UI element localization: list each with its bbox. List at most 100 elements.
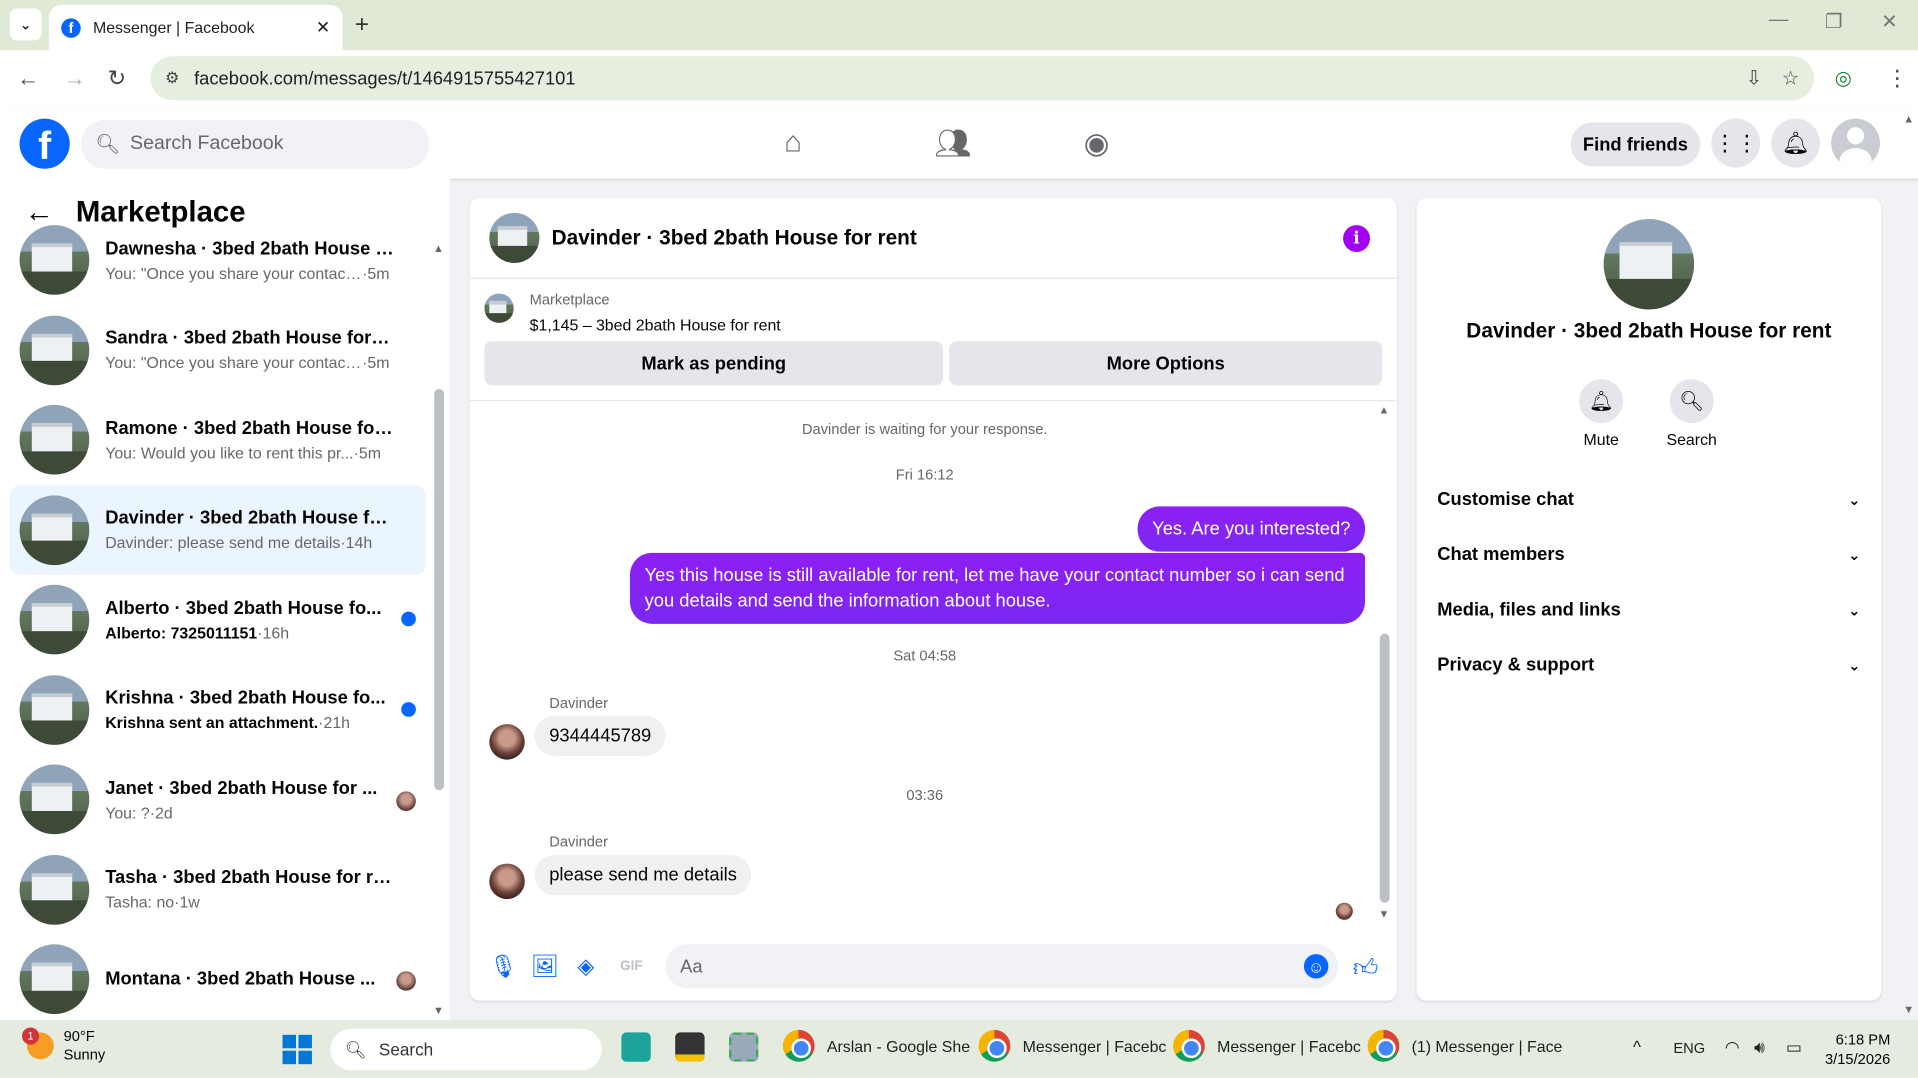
conversation-item[interactable]: Tasha · 3bed 2bath House for rent Tasha: …	[10, 845, 426, 935]
conversation-item[interactable]: Dawnesha · 3bed 2bath House f... You: "On…	[10, 215, 426, 305]
facebook-search-input[interactable]: 🔍︎ Search Facebook	[80, 119, 430, 169]
listing-tag: Marketplace	[529, 291, 610, 309]
snipping-tool-icon[interactable]	[729, 1032, 759, 1062]
conversation-text: Montana · 3bed 2bath House ...	[105, 969, 394, 990]
page-scroll-up-arrow-icon[interactable]: ▲	[1903, 113, 1914, 125]
bell-icon: 🔔︎	[1579, 379, 1624, 424]
chrome-icon	[782, 1029, 815, 1062]
chrome-menu-icon[interactable]: ⋮	[1886, 66, 1908, 92]
install-app-icon[interactable]: ⇩	[1746, 66, 1762, 90]
taskbar-app-chrome-3[interactable]: Messenger | Facebc	[1173, 1029, 1361, 1062]
listing-thumbnail[interactable]	[484, 293, 514, 323]
taskbar-app-chrome-4[interactable]: (1) Messenger | Face	[1367, 1029, 1562, 1062]
photo-icon[interactable]: 🖼︎	[531, 954, 559, 980]
tab-close-icon[interactable]: ✕	[316, 17, 330, 38]
outgoing-message[interactable]: Yes. Are you interested?	[1137, 506, 1366, 552]
conversation-item[interactable]: Alberto · 3bed 2bath House fo... Alberto:…	[10, 575, 426, 665]
restore-icon[interactable]: ❐	[1825, 10, 1843, 34]
sender-avatar[interactable]	[489, 724, 525, 760]
taskbar-search-input[interactable]: 🔍︎ Search	[330, 1028, 602, 1071]
scroll-up-arrow-icon[interactable]: ▲	[1379, 404, 1390, 416]
message-composer: 🎙︎ 🖼︎ ◈ GIF Aa ☺ 👍︎	[470, 937, 1397, 996]
section-media-files-links[interactable]: Media, files and links ⌄	[1437, 599, 1860, 620]
conversation-time: 5m	[367, 263, 390, 283]
facebook-logo-icon[interactable]: f	[19, 118, 70, 169]
conversation-preview-row: Krishna sent an attachment. · 21h	[105, 713, 394, 731]
more-options-button[interactable]: More Options	[949, 341, 1383, 386]
profile-icon[interactable]: ◎	[1835, 66, 1852, 90]
minimize-icon[interactable]: —	[1769, 10, 1789, 32]
account-avatar[interactable]	[1831, 118, 1881, 168]
emoji-icon[interactable]: ☺	[1303, 954, 1329, 979]
conversation-item[interactable]: Sandra · 3bed 2bath House for r... You: "…	[10, 305, 426, 395]
search-in-chat-button[interactable]: 🔍︎ Search	[1655, 379, 1728, 449]
taskbar-clock[interactable]: 6:18 PM 3/15/2026	[1825, 1030, 1890, 1069]
conversation-item[interactable]: Krishna · 3bed 2bath House fo... Krishna …	[10, 665, 426, 755]
volume-icon[interactable]: 🔊︎	[1754, 1037, 1765, 1058]
sidebar-scrollbar[interactable]	[434, 388, 445, 791]
conversation-avatar	[19, 674, 90, 745]
taskbar-app-chrome-1[interactable]: Arslan - Google She	[782, 1029, 970, 1062]
chat-scrollbar[interactable]	[1379, 633, 1390, 903]
window-close-icon[interactable]: ✕	[1881, 10, 1897, 34]
groups-icon[interactable]: ◉	[1084, 126, 1110, 161]
home-icon[interactable]: ⌂	[784, 126, 802, 160]
menu-grid-icon[interactable]: ⋮⋮	[1711, 118, 1761, 168]
scroll-up-arrow-icon[interactable]: ▲	[433, 242, 444, 254]
mute-button[interactable]: 🔔︎ Mute	[1564, 379, 1637, 449]
address-bar[interactable]: ⚙ facebook.com/messages/t/14649157554271…	[150, 56, 1815, 101]
details-avatar[interactable]	[1603, 218, 1695, 310]
section-label: Chat members	[1437, 544, 1565, 566]
site-info-icon[interactable]: ⚙	[165, 68, 179, 88]
conversation-preview: You: Would you like to rent this pr...	[105, 443, 354, 463]
back-arrow-icon[interactable]: ←	[17, 66, 39, 92]
forward-arrow-icon[interactable]: →	[64, 66, 86, 92]
conversation-text: Davinder · 3bed 2bath House fo... Davinde…	[105, 508, 394, 552]
sender-avatar[interactable]	[489, 863, 525, 900]
sticky-notes-icon[interactable]	[675, 1032, 705, 1062]
section-chat-members[interactable]: Chat members ⌄	[1437, 544, 1860, 565]
conversation-item[interactable]: Montana · 3bed 2bath House ...	[10, 935, 426, 1021]
scroll-down-arrow-icon[interactable]: ▼	[1379, 908, 1390, 920]
weather-widget[interactable]: 1 90°F Sunny	[22, 1027, 105, 1064]
notifications-bell-icon[interactable]: 🔔︎	[1771, 118, 1821, 168]
scroll-down-arrow-icon[interactable]: ▼	[433, 1004, 444, 1016]
chat-avatar[interactable]	[489, 212, 540, 263]
windows-start-icon[interactable]	[282, 1034, 312, 1065]
gif-icon[interactable]: GIF	[620, 959, 642, 974]
chevron-down-icon: ⌄	[1848, 546, 1861, 564]
conversation-text: Dawnesha · 3bed 2bath House f... You: "On…	[105, 238, 394, 282]
friends-icon[interactable]: 👥︎	[935, 126, 972, 161]
battery-icon[interactable]: ▭	[1786, 1037, 1802, 1058]
tab-search-chevron-icon[interactable]: ⌄	[9, 8, 42, 41]
find-friends-button[interactable]: Find friends	[1570, 122, 1701, 167]
browser-tab-active[interactable]: f Messenger | Facebook ✕	[48, 4, 343, 51]
outgoing-message[interactable]: Yes this house is still available for re…	[629, 552, 1366, 624]
wifi-icon[interactable]: ◠	[1725, 1037, 1740, 1058]
unread-dot-icon	[401, 611, 416, 627]
conversation-item[interactable]: Janet · 3bed 2bath House for ... You: ? ·…	[10, 755, 426, 845]
incoming-message[interactable]: 9344445789	[534, 715, 666, 756]
page-scroll-down-arrow-icon[interactable]: ▼	[1903, 1003, 1914, 1015]
reload-icon[interactable]: ↻	[108, 66, 126, 92]
conversation-item[interactable]: Ramone · 3bed 2bath House for... You: Wou…	[10, 395, 426, 485]
section-customise-chat[interactable]: Customise chat ⌄	[1437, 489, 1860, 510]
listing-price[interactable]: $1,145 – 3bed 2bath House for rent	[530, 316, 781, 334]
chat-title[interactable]: Davinder · 3bed 2bath House for rent	[552, 226, 917, 250]
incoming-message[interactable]: please send me details	[534, 855, 752, 896]
tray-overflow-chevron-icon[interactable]: ^	[1633, 1037, 1641, 1057]
language-indicator[interactable]: ENG	[1673, 1040, 1705, 1057]
bookmark-star-icon[interactable]: ☆	[1782, 66, 1800, 90]
taskbar-app-chrome-2[interactable]: Messenger | Facebc	[978, 1029, 1166, 1062]
thumbs-up-icon[interactable]: 👍︎	[1353, 954, 1379, 983]
section-privacy-support[interactable]: Privacy & support ⌄	[1437, 654, 1860, 675]
message-input[interactable]: Aa ☺	[665, 944, 1339, 989]
conversation-item[interactable]: Davinder · 3bed 2bath House fo... Davinde…	[9, 484, 426, 575]
details-title: Davinder · 3bed 2bath House for rent	[1466, 319, 1832, 343]
new-tab-plus-icon[interactable]: +	[355, 11, 369, 39]
microphone-icon[interactable]: 🎙︎	[489, 954, 517, 980]
mark-as-pending-button[interactable]: Mark as pending	[484, 341, 944, 386]
sticker-icon[interactable]: ◈	[577, 954, 594, 980]
info-icon[interactable]: i	[1343, 225, 1370, 252]
app-icon[interactable]	[621, 1032, 651, 1062]
